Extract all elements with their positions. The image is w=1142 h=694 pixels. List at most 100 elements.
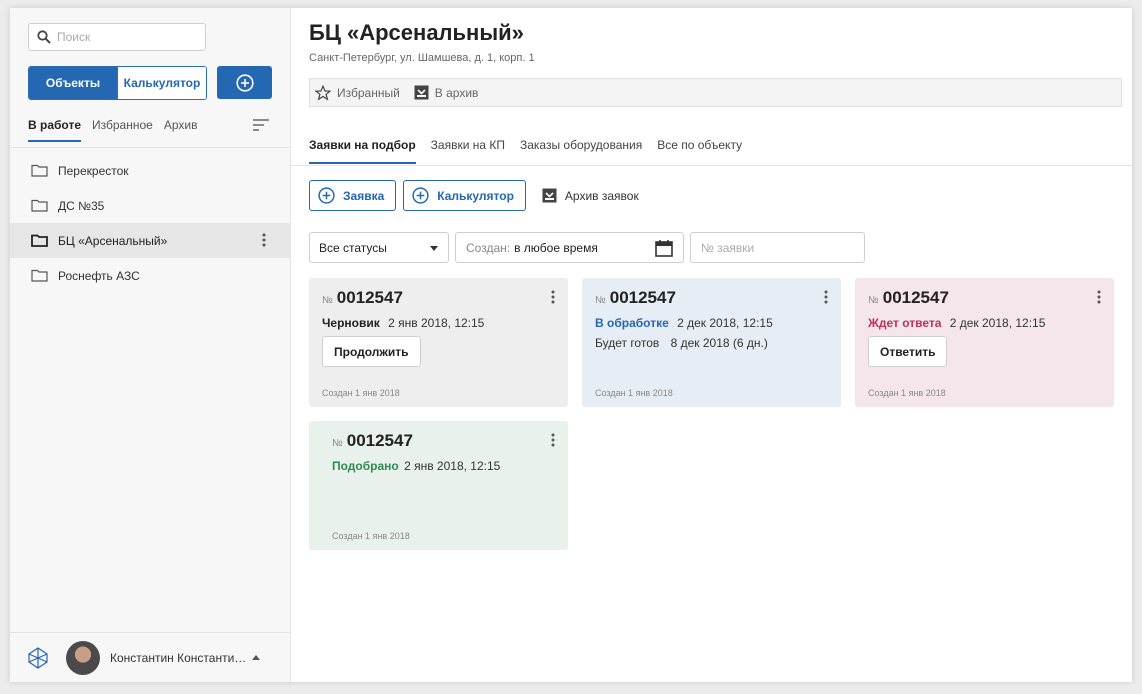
archive-button[interactable]: В архив [414,85,479,100]
card-created: Создан 1 янв 2018 [595,388,673,398]
search-input[interactable] [57,30,197,44]
request-number-input[interactable] [690,232,865,263]
avatar[interactable] [66,640,100,675]
card-number: 0012547 [609,288,676,307]
ready-label: Будет готов [595,336,660,350]
card-created: Создан 1 янв 2018 [332,531,410,541]
continue-button[interactable]: Продолжить [322,336,421,367]
card-number: 0012547 [336,288,403,307]
more-vertical-icon[interactable] [824,290,828,304]
folder-item-selected[interactable]: БЦ «Арсенальный» [10,223,290,258]
status-date: 2 дек 2018, 12:15 [949,316,1046,330]
status-select[interactable]: Все статусы [309,232,449,263]
request-card[interactable]: № 0012547 Ждет ответа 2 дек 2018, 12:15 … [855,278,1114,407]
star-icon [315,84,331,101]
request-card[interactable]: № 0012547 В обработке 2 дек 2018, 12:15 … [582,278,841,407]
folder-label: ДС №35 [58,198,105,213]
calculator-tab-button[interactable]: Калькулятор [117,67,206,99]
plus-circle-icon [318,187,335,204]
add-object-button[interactable] [217,66,272,99]
more-vertical-icon[interactable] [551,433,555,447]
tab-equipment-orders[interactable]: Заказы оборудования [520,138,642,164]
view-switch: Объекты Калькулятор [28,66,207,100]
dropdown-arrow-icon [430,246,438,251]
folder-icon [31,164,48,177]
plus-circle-icon [235,73,254,92]
object-action-bar: Избранный В архив [309,78,1122,107]
status-date: 2 дек 2018, 12:15 [677,316,773,330]
more-vertical-icon[interactable] [551,290,555,304]
main-tabs: Заявки на подбор Заявки на КП Заказы обо… [309,138,757,164]
caret-up-icon[interactable] [252,655,261,660]
objects-tab-button[interactable]: Объекты [29,67,117,99]
tabs-divider [291,165,1132,166]
user-name[interactable]: Константин Константи… [110,651,246,665]
favorite-button[interactable]: Избранный [315,84,400,101]
tab-selection-requests[interactable]: Заявки на подбор [309,138,416,164]
card-number-row: № 0012547 [595,288,828,308]
status-select-value: Все статусы [319,240,387,255]
card-status-row: Черновик 2 янв 2018, 12:15 [322,316,555,330]
created-filter-label: Создан: [466,240,511,255]
card-status-row: Подобрано 2 янв 2018, 12:15 [332,459,555,473]
sidebar-divider [10,147,290,148]
folder-icon [31,269,48,282]
more-vertical-icon[interactable] [1097,290,1101,304]
sidebar: Объекты Калькулятор В работе Избранное А… [10,8,291,682]
new-request-button[interactable]: Заявка [309,180,397,211]
card-status-row: Ждет ответа 2 дек 2018, 12:15 [868,316,1101,330]
new-request-label: Заявка [343,188,385,203]
card-number-row: № 0012547 [332,431,555,451]
folder-item[interactable]: Роснефть АЗС [10,258,290,293]
number-sign: № [595,295,606,306]
card-created: Создан 1 янв 2018 [322,388,400,398]
sidebar-tab-archive[interactable]: Архив [164,118,198,140]
status-date: 2 янв 2018, 12:15 [388,316,485,330]
number-sign: № [332,438,343,449]
tab-all-by-object[interactable]: Все по объекту [657,138,742,164]
status-badge: В обработке [595,316,669,330]
folder-icon [31,234,48,247]
archive-icon [414,85,429,100]
reply-button[interactable]: Ответить [868,336,948,367]
app-window: Объекты Калькулятор В работе Избранное А… [10,8,1132,682]
number-sign: № [322,295,333,306]
app-logo-icon[interactable] [26,646,50,670]
status-date: 2 янв 2018, 12:15 [404,459,501,473]
filter-row: Все статусы Создан: в любое время [309,232,865,263]
page-address: Санкт-Петербург, ул. Шамшева, д. 1, корп… [309,52,535,64]
folder-item[interactable]: Перекресток [10,153,290,188]
request-card[interactable]: № 0012547 Подобрано 2 янв 2018, 12:15 Со… [309,421,568,550]
main-content: БЦ «Арсенальный» Санкт-Петербург, ул. Ша… [291,8,1132,682]
requests-archive-label: Архив заявок [564,188,639,203]
card-created: Создан 1 янв 2018 [868,388,946,398]
sidebar-tabs: В работе Избранное Архив [28,118,272,146]
archive-icon [542,188,557,203]
status-badge: Черновик [322,316,380,330]
request-actions: Заявка Калькулятор Архив заявок [309,180,639,211]
archive-label: В архив [434,85,479,100]
requests-archive-button[interactable]: Архив заявок [542,188,639,203]
number-sign: № [868,295,879,306]
card-status-row: В обработке 2 дек 2018, 12:15 [595,316,828,330]
calendar-icon[interactable] [655,240,673,257]
card-number: 0012547 [882,288,949,307]
request-card[interactable]: № 0012547 Черновик 2 янв 2018, 12:15 Про… [309,278,568,407]
ready-value: 8 дек 2018 (6 дн.) [670,336,768,350]
card-number-row: № 0012547 [868,288,1101,308]
calculator-label: Калькулятор [437,188,514,203]
favorite-label: Избранный [337,85,400,100]
created-date-filter[interactable]: Создан: в любое время [455,232,684,263]
ready-date-row: Будет готов 8 дек 2018 (6 дн.) [595,336,828,350]
folder-item[interactable]: ДС №35 [10,188,290,223]
calculator-button[interactable]: Калькулятор [403,180,526,211]
user-bar: Константин Константи… [10,632,290,682]
sidebar-tab-in-progress[interactable]: В работе [28,118,81,142]
sort-icon[interactable] [252,118,270,132]
folder-label: Роснефть АЗС [58,268,140,283]
more-vertical-icon[interactable] [262,233,266,247]
sidebar-tab-favorites[interactable]: Избранное [92,118,153,140]
search-box[interactable] [28,23,206,51]
tab-quote-requests[interactable]: Заявки на КП [431,138,505,164]
folder-list: Перекресток ДС №35 БЦ «Арсенальный» Росн… [10,153,290,293]
